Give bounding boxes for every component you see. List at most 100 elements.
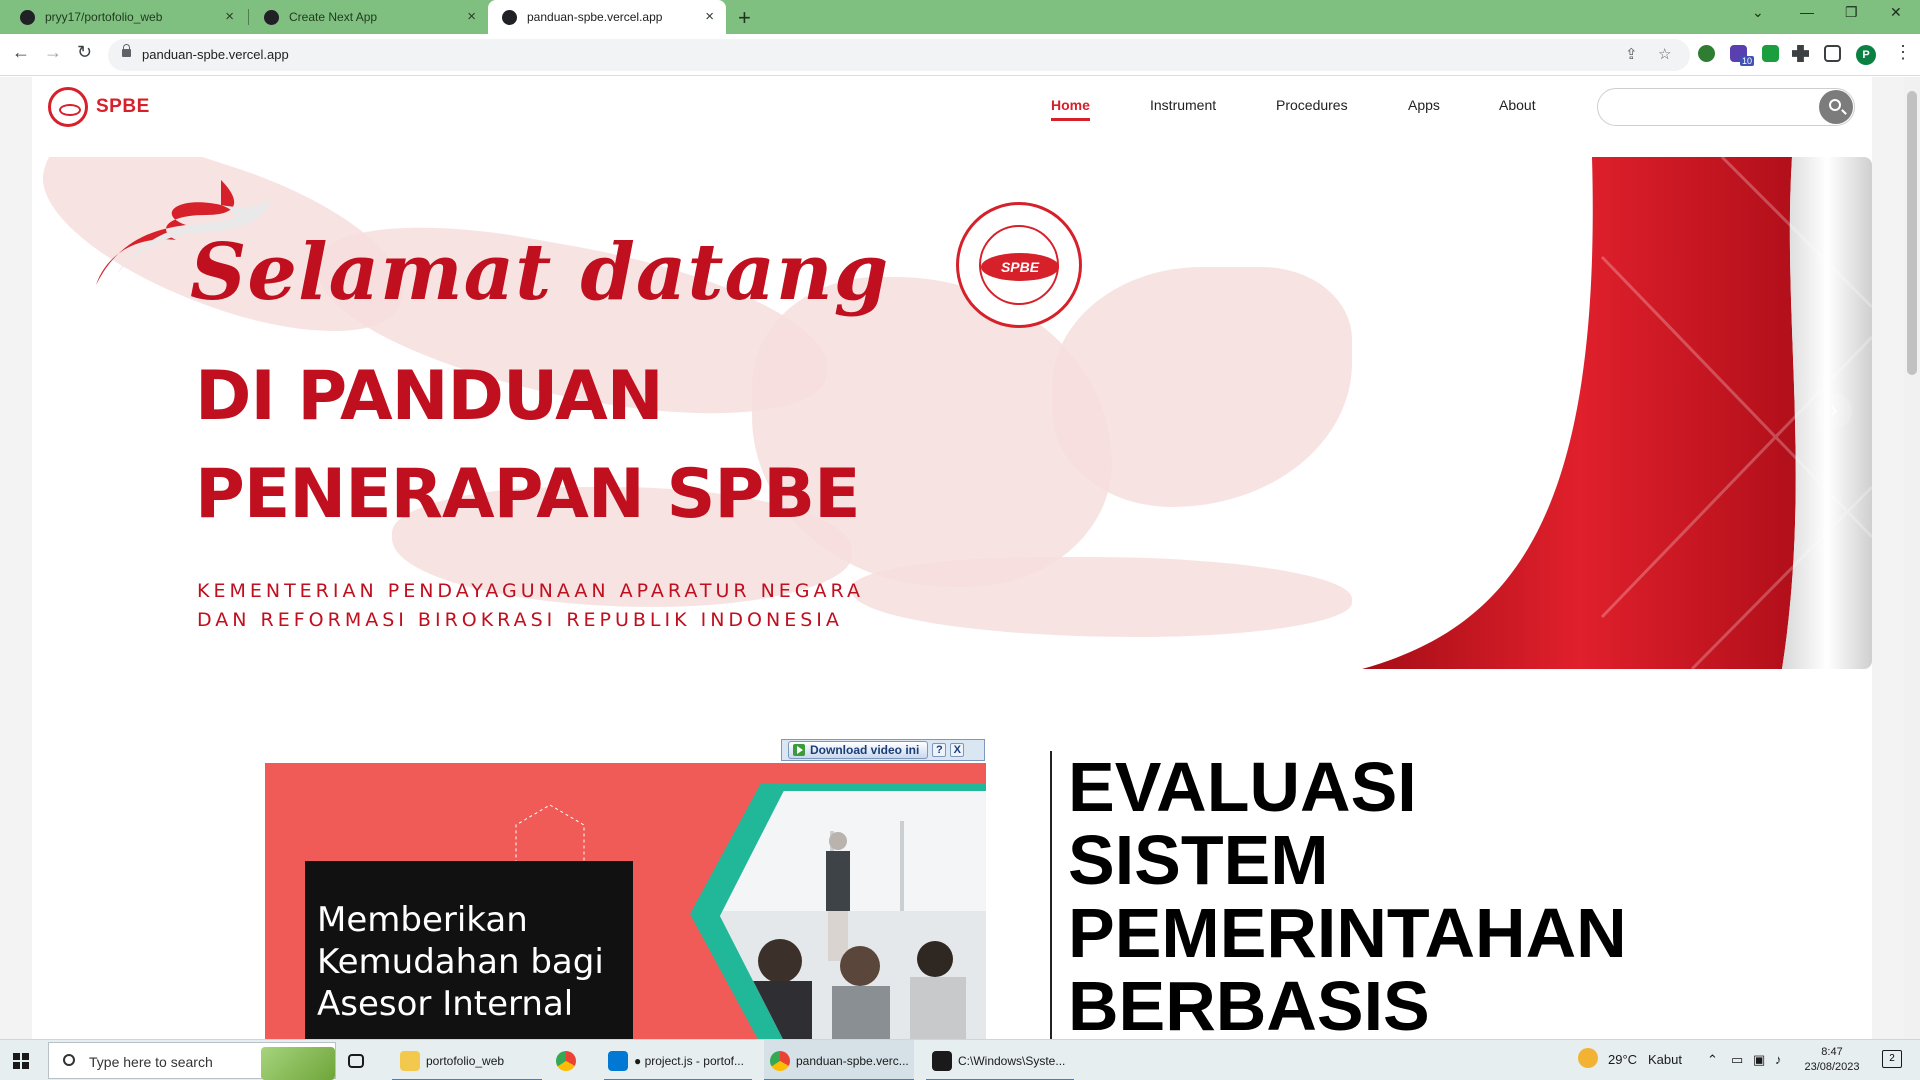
nav-home[interactable]: Home — [1051, 97, 1090, 121]
chrome-icon — [770, 1050, 790, 1071]
taskbar-search-placeholder: Type here to search — [89, 1054, 213, 1070]
task-view-icon[interactable] — [348, 1040, 372, 1080]
evaluation-heading-line1: EVALUASI — [1068, 748, 1417, 826]
windows-taskbar: Type here to search portofolio_web ● pro… — [0, 1039, 1920, 1080]
play-icon — [793, 744, 805, 756]
taskbar-app-chrome[interactable] — [556, 1040, 588, 1080]
menu-kebab-icon[interactable]: ⋮ — [1894, 42, 1912, 63]
tab-create-next-app[interactable]: Create Next App × — [250, 0, 488, 34]
browser-tabstrip: pryy17/portofolio_web × Create Next App … — [0, 0, 1920, 34]
video-caption-line1: Memberikan — [317, 900, 528, 940]
weather-desc[interactable]: Kabut — [1648, 1052, 1682, 1067]
side-panel-icon[interactable] — [1824, 45, 1841, 62]
address-bar[interactable]: panduan-spbe.vercel.app ⇪ ☆ — [108, 39, 1690, 71]
back-arrow-icon[interactable]: ← — [12, 42, 30, 63]
evaluation-heading-line4: BERBASIS — [1068, 967, 1430, 1040]
volume-icon[interactable]: ♪ — [1775, 1052, 1782, 1067]
windows-start-icon[interactable] — [13, 1053, 29, 1069]
tray-meet-icon[interactable]: ▭ — [1731, 1052, 1743, 1068]
task-view-glyph — [348, 1053, 364, 1068]
nav-instrument[interactable]: Instrument — [1150, 97, 1216, 113]
hero-carousel: Selamat datang DI PANDUAN PENERAPAN SPBE… — [32, 157, 1872, 669]
brand-text: SPBE — [96, 96, 150, 117]
clock-date: 23/08/2023 — [1804, 1061, 1860, 1073]
tab-panduan-spbe[interactable]: panduan-spbe.vercel.app × — [488, 0, 726, 34]
hero-subtitle: KEMENTERIAN PENDAYAGUNAAN APARATUR NEGAR… — [197, 580, 864, 631]
share-icon[interactable]: ⇪ — [1625, 45, 1638, 63]
close-icon[interactable]: × — [705, 9, 714, 25]
tab-title: pryy17/portofolio_web — [45, 10, 163, 24]
hero-greeting: Selamat datang — [190, 227, 890, 318]
evaluation-heading-line2: SISTEM — [1068, 821, 1329, 899]
extension-globe-icon[interactable] — [1698, 45, 1715, 62]
new-tab-button[interactable]: + — [738, 5, 751, 31]
network-icon[interactable]: ▣ — [1753, 1052, 1765, 1068]
taskbar-search[interactable]: Type here to search — [48, 1042, 336, 1080]
tab-separator — [248, 9, 249, 25]
terminal-icon — [932, 1050, 952, 1071]
nav-procedures[interactable]: Procedures — [1276, 97, 1348, 113]
restore-button[interactable]: ❐ — [1845, 4, 1858, 21]
evaluation-heading-line3: PEMERINTAHAN — [1068, 894, 1627, 972]
site-search — [1597, 88, 1855, 126]
search-button[interactable] — [1819, 90, 1853, 124]
spbe-site: SPBE Home Instrument Procedures Apps Abo… — [32, 77, 1872, 1039]
weather-temp[interactable]: 29°C — [1608, 1052, 1637, 1067]
nav-apps[interactable]: Apps — [1408, 97, 1440, 113]
tab-search-icon[interactable]: ⌄ — [1752, 4, 1764, 21]
tab-title: Create Next App — [289, 10, 378, 24]
section-divider — [1050, 751, 1052, 1039]
taskbar-clock[interactable]: 8:47 23/08/2023 — [1797, 1045, 1867, 1075]
download-video-button[interactable]: Download video ini — [788, 741, 929, 759]
tab-title: panduan-spbe.vercel.app — [527, 10, 663, 24]
taskbar-app-terminal[interactable]: C:\Windows\Syste... — [926, 1040, 1074, 1080]
video-caption-line2: Kemudahan bagi — [317, 942, 604, 982]
close-icon[interactable]: × — [225, 9, 234, 25]
seal-label: SPBE — [981, 253, 1059, 281]
browser-toolbar: ← → ↻ panduan-spbe.vercel.app ⇪ ☆ 10 P ⋮ — [0, 34, 1920, 76]
help-button[interactable]: ? — [932, 743, 947, 757]
evaluation-heading: EVALUASI SISTEM PEMERINTAHAN BERBASIS — [1068, 748, 1627, 1040]
scrollbar-thumb[interactable] — [1907, 91, 1917, 375]
spbe-seal-icon: SPBE — [956, 202, 1082, 328]
folder-icon — [400, 1050, 420, 1071]
search-icon — [63, 1054, 75, 1066]
video-thumbnail[interactable]: Memberikan Kemudahan bagi Asesor Interna… — [265, 763, 986, 1039]
taskbar-app-explorer[interactable]: portofolio_web — [392, 1040, 542, 1080]
close-icon[interactable]: × — [467, 9, 476, 25]
search-input[interactable] — [1612, 98, 1802, 114]
search-icon — [1829, 99, 1841, 111]
nav-about[interactable]: About — [1499, 97, 1536, 113]
forward-arrow-icon[interactable]: → — [44, 42, 62, 63]
page-scrollbar[interactable] — [1904, 77, 1920, 1039]
page-viewport: SPBE Home Instrument Procedures Apps Abo… — [0, 77, 1920, 1039]
github-icon — [20, 9, 35, 25]
map-shape — [852, 557, 1352, 637]
url-text[interactable]: panduan-spbe.vercel.app — [142, 47, 289, 62]
close-download-bar-button[interactable]: X — [950, 743, 965, 757]
chrome-icon — [556, 1050, 576, 1071]
minimize-button[interactable]: — — [1800, 4, 1814, 20]
download-video-label: Download video ini — [810, 743, 920, 757]
extension-bw-icon[interactable] — [1762, 45, 1779, 62]
taskbar-app-label: portofolio_web — [426, 1053, 505, 1068]
profile-avatar[interactable]: P — [1856, 45, 1876, 65]
spbe-logo-icon — [48, 87, 88, 127]
taskbar-app-label: ● project.js - portof... — [634, 1053, 744, 1068]
site-brand[interactable]: SPBE — [48, 87, 150, 127]
reload-icon[interactable]: ↻ — [77, 42, 92, 63]
taskbar-app-vscode[interactable]: ● project.js - portof... — [604, 1040, 752, 1080]
clock-time: 8:47 — [1821, 1046, 1843, 1058]
tab-github[interactable]: pryy17/portofolio_web × — [6, 0, 246, 34]
carousel-next-button[interactable]: › — [1816, 393, 1852, 429]
notification-center-icon[interactable]: 2 — [1882, 1050, 1902, 1068]
extensions-puzzle-icon[interactable] — [1792, 45, 1809, 62]
map-shape — [1052, 267, 1352, 507]
hero-title-line2: PENERAPAN SPBE — [195, 455, 861, 534]
taskbar-app-browser-window[interactable]: panduan-spbe.verc... — [764, 1040, 914, 1080]
video-caption-line3: Asesor Internal — [317, 984, 574, 1024]
bookmark-star-icon[interactable]: ☆ — [1658, 45, 1671, 63]
download-video-bar: Download video ini ? X — [781, 739, 985, 761]
close-window-button[interactable]: ✕ — [1890, 4, 1902, 21]
tray-chevron-up-icon[interactable]: ⌃ — [1707, 1052, 1718, 1068]
